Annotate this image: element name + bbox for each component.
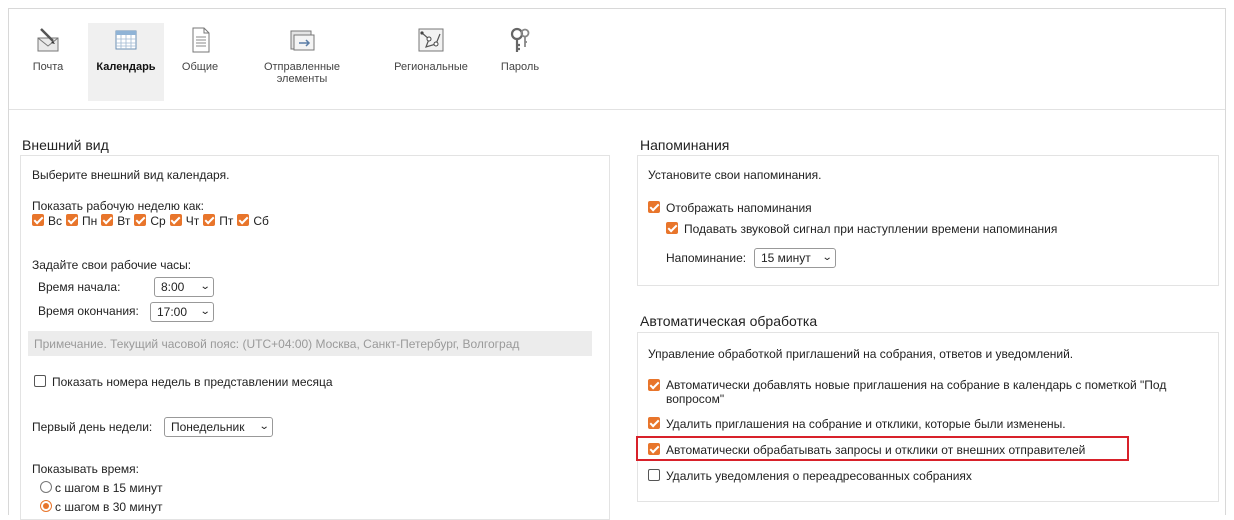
first-day-label: Первый день недели: (32, 420, 153, 434)
calendar-icon (115, 30, 137, 50)
workweek-days: Вс Пн Вт Ср Чт Пт Сб (32, 214, 269, 228)
timezone-note: Примечание. Текущий часовой пояс: (UTC+0… (28, 331, 592, 356)
auto-intro: Управление обработкой приглашений на соб… (648, 347, 1074, 361)
time-radio-30[interactable] (40, 500, 52, 512)
chevron-down-icon: ⌄ (258, 421, 270, 432)
auto-option-delete-changed: Удалить приглашения на собрание и отклик… (648, 417, 1066, 431)
auto-option-tentative: Автоматически добавлять новые приглашени… (648, 378, 1166, 406)
auto-delete-changed-label: Удалить приглашения на собрание и отклик… (666, 417, 1066, 431)
show-reminders-checkbox[interactable] (648, 201, 660, 213)
sound-checkbox[interactable] (666, 222, 678, 234)
highlight-box (636, 436, 1129, 461)
day-checkbox-sun[interactable] (32, 214, 44, 226)
day-label-wed: Ср (150, 214, 166, 228)
tab-mail[interactable]: Почта (22, 23, 74, 101)
chevron-down-icon: ⌄ (199, 281, 211, 292)
chevron-down-icon: ⌄ (199, 306, 211, 317)
end-time-label: Время окончания: (38, 304, 139, 318)
time-option-15-label: с шагом в 15 минут (55, 481, 163, 495)
day-label-sun: Вс (48, 214, 63, 228)
day-label-fri: Пт (219, 214, 234, 228)
end-time-value: 17:00 (157, 305, 188, 319)
auto-tentative-label: Автоматически добавлять новые приглашени… (666, 378, 1166, 406)
reminder-value: 15 минут (761, 251, 811, 265)
reminder-select[interactable]: 15 минут ⌄ (754, 248, 836, 268)
show-reminders-label: Отображать напоминания (666, 201, 812, 215)
show-reminders-option: Отображать напоминания (648, 201, 812, 215)
first-day-select[interactable]: Понедельник ⌄ (164, 417, 273, 437)
tab-password[interactable]: Пароль (494, 23, 546, 101)
day-checkbox-wed[interactable] (134, 214, 147, 226)
sent-items-icon (290, 30, 315, 51)
auto-forwarded-checkbox[interactable] (648, 469, 660, 481)
show-time-label: Показывать время: (32, 462, 140, 476)
day-label-mon: Пн (82, 214, 98, 228)
auto-tentative-line1: Автоматически добавлять новые приглашени… (666, 378, 1167, 392)
auto-delete-changed-checkbox[interactable] (648, 417, 660, 429)
week-numbers-label: Показать номера недель в представлении м… (52, 375, 333, 389)
hours-label: Задайте свои рабочие часы: (32, 258, 192, 272)
start-time-select[interactable]: 8:00 ⌄ (154, 277, 214, 297)
workweek-label: Показать рабочую неделю как: (32, 199, 204, 213)
tab-calendar-label: Календарь (96, 61, 156, 73)
general-icon (192, 27, 210, 53)
appearance-title: Внешний вид (22, 137, 109, 153)
day-checkbox-fri[interactable] (203, 214, 216, 226)
week-numbers-option: Показать номера недель в представлении м… (34, 375, 333, 389)
tab-password-label: Пароль (500, 61, 540, 73)
sound-option: Подавать звуковой сигнал при наступлении… (666, 222, 1057, 236)
reminders-intro: Установите свои напоминания. (648, 168, 822, 182)
day-checkbox-sat[interactable] (237, 214, 250, 226)
appearance-intro: Выберите внешний вид календаря. (32, 168, 230, 182)
day-checkbox-tue[interactable] (101, 214, 114, 226)
sound-label: Подавать звуковой сигнал при наступлении… (684, 222, 1058, 236)
week-numbers-checkbox[interactable] (34, 375, 46, 387)
chevron-down-icon: ⌄ (821, 252, 833, 263)
auto-forwarded-label: Удалить уведомления о переадресованных с… (666, 469, 972, 483)
reminders-title: Напоминания (640, 137, 730, 153)
day-checkbox-mon[interactable] (66, 214, 79, 226)
time-option-30: с шагом в 30 минут (40, 500, 162, 514)
tab-regional-label: Региональные (394, 61, 468, 73)
auto-tentative-checkbox[interactable] (648, 379, 660, 391)
time-option-15: с шагом в 15 минут (40, 481, 162, 495)
reminder-label: Напоминание: (666, 251, 747, 265)
tab-calendar[interactable]: Календарь (88, 23, 164, 101)
time-option-30-label: с шагом в 30 минут (55, 500, 163, 514)
time-radio-15[interactable] (40, 481, 52, 493)
tab-regional[interactable]: Региональные (383, 23, 479, 101)
regional-icon (418, 28, 444, 52)
tab-general-label: Общие (181, 61, 219, 73)
day-label-sat: Сб (253, 214, 269, 228)
tab-general[interactable]: Общие (175, 23, 225, 101)
auto-option-forwarded: Удалить уведомления о переадресованных с… (648, 469, 972, 483)
first-day-value: Понедельник (171, 420, 245, 434)
day-label-thu: Чт (185, 214, 200, 228)
tab-sent-items[interactable]: Отправленные элементы (254, 23, 350, 101)
start-time-value: 8:00 (161, 280, 185, 294)
tab-mail-label: Почта (32, 61, 64, 73)
password-icon (510, 27, 530, 52)
mail-icon (37, 28, 59, 52)
start-time-label: Время начала: (38, 280, 121, 294)
day-label-tue: Вт (117, 214, 131, 228)
auto-title: Автоматическая обработка (640, 313, 818, 329)
day-checkbox-thu[interactable] (169, 214, 182, 226)
auto-tentative-line2: вопросом" (666, 392, 725, 406)
tab-sent-items-label: Отправленные элементы (263, 61, 341, 85)
end-time-select[interactable]: 17:00 ⌄ (150, 302, 214, 322)
